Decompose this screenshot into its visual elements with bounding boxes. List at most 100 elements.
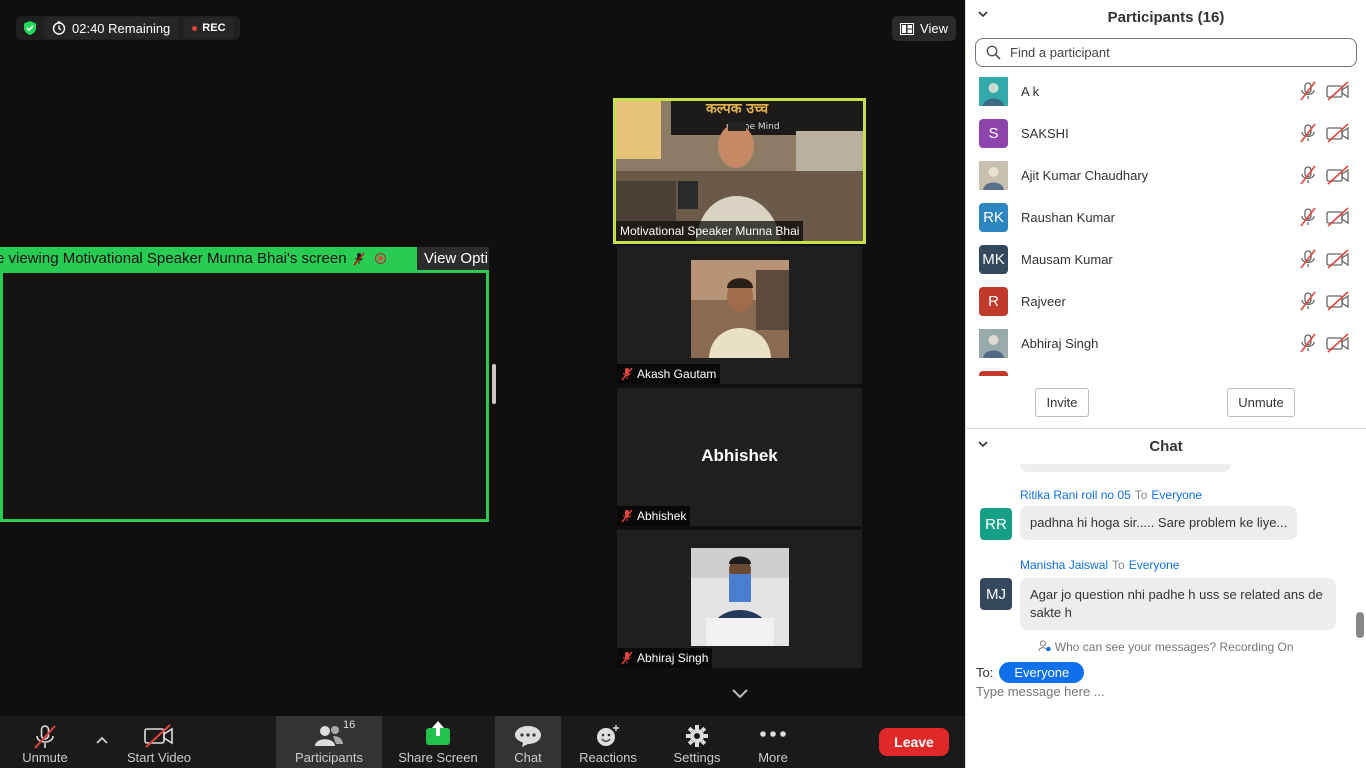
participant-name-label: Abhiraj Singh: [617, 648, 713, 668]
message-to: To: [1134, 488, 1148, 502]
participants-icon: [315, 726, 343, 746]
chat-label: Chat: [514, 750, 542, 765]
video-tile[interactable]: Akash Gautam: [617, 246, 862, 384]
message-sender[interactable]: Ritika Rani roll no 05: [1020, 488, 1131, 502]
muted-mic-icon[interactable]: [1298, 165, 1318, 185]
muted-mic-icon[interactable]: [1298, 81, 1318, 101]
recording-indicator[interactable]: REC: [184, 17, 234, 39]
leave-button[interactable]: Leave: [879, 728, 949, 756]
avatar: R: [979, 286, 1008, 316]
tile-name: Akash Gautam: [637, 367, 717, 381]
avatar: [979, 76, 1008, 106]
chat-icon: [515, 726, 541, 747]
avatar: [979, 160, 1008, 190]
participant-row[interactable]: Ajit Kumar Chaudhary: [966, 154, 1358, 196]
shared-screen: [0, 270, 489, 522]
participant-row[interactable]: R Rajveer: [966, 280, 1358, 322]
message-sender[interactable]: Manisha Jaiswal: [1020, 558, 1108, 572]
participant-name-label: Akash Gautam: [617, 364, 721, 384]
meeting-area: 02:40 Remaining REC View e viewing Motiv…: [0, 0, 965, 716]
message-header: Manisha Jaiswal To Everyone: [1020, 558, 1179, 572]
zoom-window: 02:40 Remaining REC View e viewing Motiv…: [0, 0, 1366, 768]
chat-button[interactable]: Chat: [495, 716, 561, 768]
muted-mic-icon: [621, 509, 633, 523]
avatar: RK: [979, 202, 1008, 232]
video-tile-active-speaker[interactable]: कल्पक उच्च ng the Mind Motivational Spea…: [613, 98, 866, 244]
view-grid-icon: [900, 22, 915, 35]
participants-button[interactable]: 16 Participants: [276, 716, 382, 768]
participant-row[interactable]: Abhiraj Singh: [966, 322, 1358, 364]
chat-messages[interactable]: Ritika Rani roll no 05 To Everyone RR padh…: [966, 464, 1366, 639]
video-off-icon: [144, 724, 173, 748]
avatar: [979, 328, 1008, 358]
muted-mic-icon[interactable]: [1298, 333, 1318, 353]
privacy-text: Who can see your messages? Recording On: [1054, 640, 1294, 654]
muted-mic-icon: [34, 725, 56, 749]
video-off-icon[interactable]: [1326, 165, 1350, 185]
view-options-button[interactable]: View Opti: [417, 247, 489, 270]
previous-message-bubble: [1020, 464, 1231, 472]
mute-all-button[interactable]: Unmute: [1227, 388, 1295, 417]
video-off-icon[interactable]: [1326, 207, 1350, 227]
share-banner-text: e viewing Motivational Speaker Munna Bha…: [0, 250, 347, 267]
muted-mic-icon[interactable]: [1298, 123, 1318, 143]
start-video-button[interactable]: Start Video: [121, 716, 197, 768]
participant-list[interactable]: A k S SAKSHI Ajit Kumar Chaudhary RK Raushan …: [966, 70, 1358, 376]
muted-mic-icon[interactable]: [1298, 291, 1318, 311]
participant-row[interactable]: S SAKSHI: [966, 112, 1358, 154]
share-screen-icon: [426, 721, 450, 745]
video-tile[interactable]: Abhishek Abhishek: [617, 388, 862, 526]
tile-name: Motivational Speaker Munna Bhai: [620, 224, 800, 238]
chat-input[interactable]: [976, 684, 1346, 699]
video-off-icon[interactable]: [1326, 81, 1350, 101]
participant-row[interactable]: RK Raushan Kumar: [966, 196, 1358, 238]
settings-button[interactable]: Settings: [667, 716, 727, 768]
timer-text: 02:40 Remaining: [72, 20, 171, 36]
participant-row[interactable]: MK Mausam Kumar: [966, 238, 1358, 280]
recipient-dropdown[interactable]: Everyone: [999, 662, 1085, 683]
share-screen-button[interactable]: Share Screen: [398, 716, 478, 768]
chat-scrollbar[interactable]: [1356, 612, 1364, 638]
video-off-icon[interactable]: [1326, 123, 1350, 143]
panel-resize-handle[interactable]: [492, 364, 496, 404]
video-tile[interactable]: Abhiraj Singh: [617, 530, 862, 668]
participant-name: Rajveer: [1021, 293, 1066, 309]
profile-photo: [691, 548, 789, 646]
chat-privacy-note[interactable]: Who can see your messages? Recording On: [966, 640, 1366, 654]
video-off-icon[interactable]: [1326, 291, 1350, 311]
side-panel: Participants (16) Find a participant A k…: [965, 0, 1366, 768]
unmute-button[interactable]: Unmute: [15, 716, 75, 768]
participant-row[interactable]: A k: [966, 70, 1358, 112]
participant-search[interactable]: Find a participant: [975, 38, 1357, 67]
message-bubble: Agar jo question nhi padhe h uss se rela…: [1020, 578, 1336, 630]
more-button[interactable]: More: [745, 716, 801, 768]
participant-status-icons: [1298, 207, 1350, 227]
video-off-icon[interactable]: [1326, 249, 1350, 269]
video-off-icon[interactable]: [1326, 333, 1350, 353]
message-recipient[interactable]: Everyone: [1129, 558, 1180, 572]
tile-name: Abhiraj Singh: [637, 651, 709, 665]
gear-icon: [686, 725, 708, 747]
muted-mic-icon: [353, 252, 365, 265]
participant-status-icons: [1298, 249, 1350, 269]
chevron-up-icon[interactable]: [95, 735, 109, 745]
unmute-label: Unmute: [22, 750, 68, 765]
message-recipient[interactable]: Everyone: [1151, 488, 1202, 502]
invite-button[interactable]: Invite: [1035, 388, 1089, 417]
shield-icon[interactable]: [22, 20, 38, 36]
chevron-down-icon[interactable]: [731, 688, 749, 700]
collapse-participants-icon[interactable]: [978, 10, 988, 18]
recording-circle-icon: [374, 253, 386, 264]
start-video-label: Start Video: [126, 750, 192, 765]
tile-display-name: Abhishek: [701, 446, 778, 465]
svg-text:कल्पक उच्च: कल्पक उच्च: [705, 101, 769, 117]
collapse-chat-icon[interactable]: [978, 440, 988, 448]
reactions-button[interactable]: Reactions: [576, 716, 640, 768]
view-button[interactable]: View: [892, 16, 956, 41]
participant-row[interactable]: [966, 364, 1358, 376]
participant-name: Raushan Kumar: [1021, 209, 1115, 225]
search-placeholder: Find a participant: [1010, 45, 1110, 60]
muted-mic-icon[interactable]: [1298, 249, 1318, 269]
recipient-row: To: Everyone: [976, 662, 1085, 683]
muted-mic-icon[interactable]: [1298, 207, 1318, 227]
